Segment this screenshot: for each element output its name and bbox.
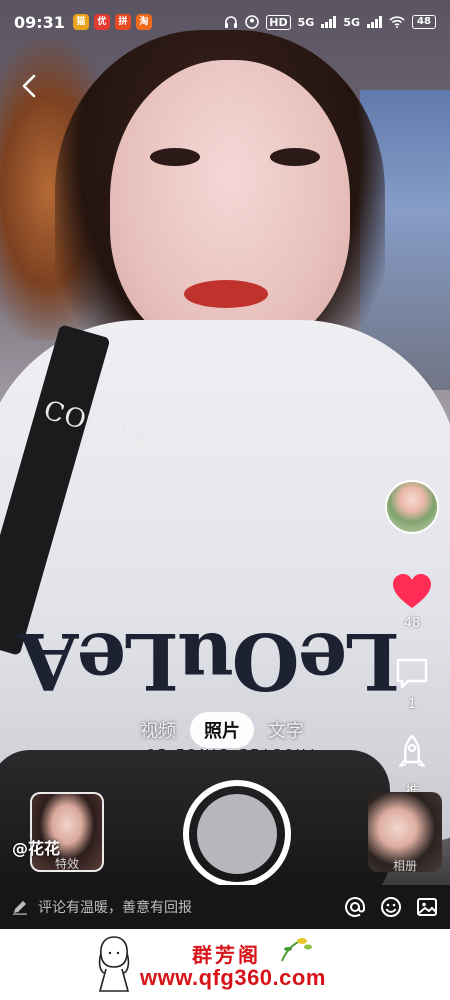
red-app-icon-3: 淘	[135, 14, 152, 30]
shirt-print: LeOuLeA	[19, 615, 400, 706]
comment-bar: 评论有温暖，善意有回报	[0, 885, 450, 929]
status-indicators: HD 5G 5G 48	[224, 14, 436, 30]
watermark-url: www.qfg360.com	[140, 965, 326, 990]
photo-eye-left	[150, 148, 200, 166]
like-count: 48	[403, 616, 421, 631]
like-button[interactable]: 48	[392, 574, 432, 631]
image-icon[interactable]	[416, 896, 438, 918]
network-label-1: 5G	[297, 15, 315, 29]
comment-button[interactable]: 1	[394, 657, 430, 712]
comment-tools	[344, 896, 438, 918]
comment-count: 1	[407, 697, 417, 712]
tab-photo[interactable]: 照片	[190, 712, 254, 748]
wifi-icon	[389, 16, 405, 28]
comment-bubble-icon	[396, 658, 428, 689]
profile-circle-icon	[245, 15, 260, 29]
signal-icon-2	[367, 16, 382, 28]
pencil-icon	[13, 901, 27, 915]
heart-icon	[393, 574, 431, 608]
red-app-icon-2: 拼	[114, 14, 131, 30]
orchid-logo	[281, 938, 312, 962]
hd-badge: HD	[266, 14, 291, 30]
author-avatar[interactable]	[385, 480, 439, 534]
signal-icon	[321, 16, 337, 28]
status-bar: 09:31 猫 优 拼 淘 HD 5G 5G 48	[0, 0, 450, 44]
at-mention-icon[interactable]	[344, 896, 366, 918]
news-app-icon: 猫	[72, 14, 89, 30]
photo-eye-right	[270, 148, 320, 166]
chevron-left-icon	[22, 74, 36, 98]
cartoon-girl-logo	[98, 936, 130, 992]
photo-lips	[184, 280, 268, 308]
capture-mode-tabs: 视频 照片 文字	[140, 712, 304, 748]
effects-thumbnail[interactable]: 特效	[30, 792, 104, 872]
network-label-2: 5G	[343, 15, 360, 29]
tab-text[interactable]: 文字	[268, 717, 304, 743]
album-label: 相册	[392, 859, 417, 872]
comment-placeholder: 评论有温暖，善意有回报	[38, 900, 192, 916]
shutter-button[interactable]	[183, 780, 291, 888]
site-watermark: 群芳阁 www.qfg360.com	[0, 929, 450, 1000]
status-time: 09:31	[14, 12, 65, 32]
tab-video[interactable]: 视频	[140, 717, 176, 743]
album-thumbnail[interactable]: 相册	[368, 792, 442, 872]
author-username[interactable]: @花花	[12, 835, 60, 859]
watermark-title: 群芳阁	[192, 943, 261, 967]
red-app-icon-1: 优	[93, 14, 110, 30]
back-button[interactable]	[14, 70, 46, 102]
emoji-icon[interactable]	[380, 896, 402, 918]
recommend-button[interactable]: 推	[396, 734, 428, 799]
headphones-icon	[225, 16, 238, 28]
comment-input[interactable]: 评论有温暖，善意有回报	[12, 897, 344, 917]
rocket-icon	[398, 734, 426, 768]
battery-indicator: 48	[412, 15, 436, 29]
shutter-inner	[197, 794, 277, 874]
